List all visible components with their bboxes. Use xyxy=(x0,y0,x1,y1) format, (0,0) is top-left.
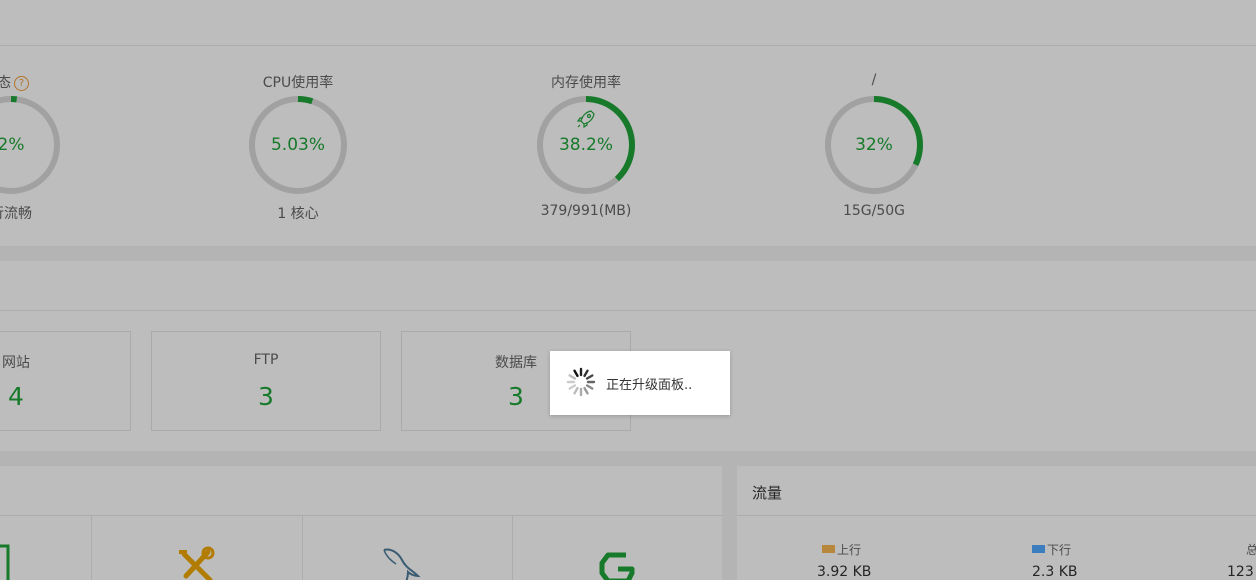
loading-overlay[interactable] xyxy=(0,0,1256,580)
loading-text: 正在升级面板.. xyxy=(606,378,693,393)
loading-spinner-icon xyxy=(566,367,596,397)
loading-toast: 正在升级面板.. xyxy=(550,351,730,415)
dashboard-page: 状态? 2% 行流畅 CPU使用率 5.03% 1 核心 内存使用率 xyxy=(0,0,1256,580)
